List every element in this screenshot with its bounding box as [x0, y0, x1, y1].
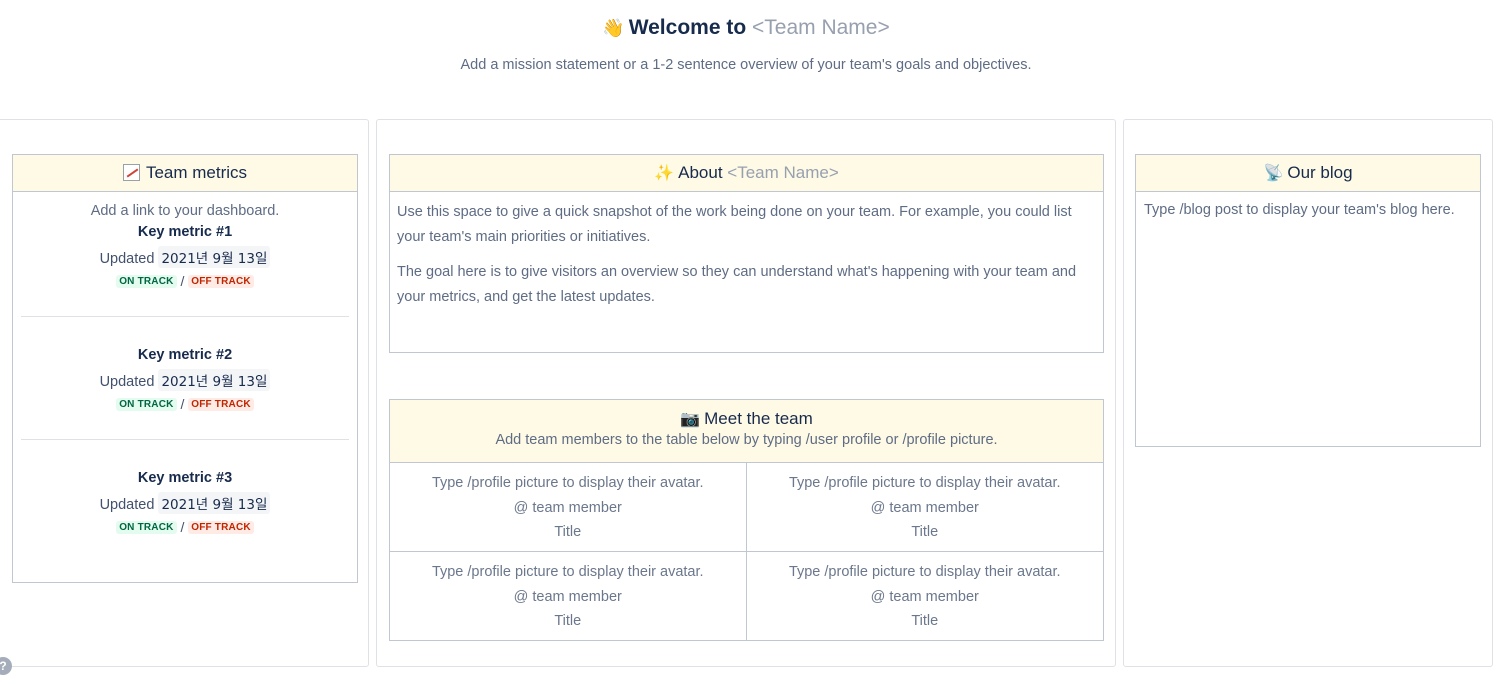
on-track-status[interactable]: ON TRACK [116, 521, 177, 534]
team-table: Type /profile picture to display their a… [390, 463, 1103, 641]
middle-column: ✨ About <Team Name> Use this space to giv… [376, 119, 1116, 667]
team-name-placeholder[interactable]: <Team Name> [727, 163, 839, 182]
chart-increasing-icon [122, 164, 140, 181]
metric-updated: Updated 2021년 9월 13일 [13, 492, 357, 514]
about-header: ✨ About <Team Name> [390, 155, 1103, 192]
team-metrics-header: Team metrics [13, 155, 357, 192]
date-lozenge[interactable]: 2021년 9월 13일 [158, 369, 271, 391]
metric-updated: Updated 2021년 9월 13일 [13, 369, 357, 391]
status-row: ON TRACK / OFF TRACK [13, 273, 357, 289]
meet-the-team-subtitle: Add team members to the table below by t… [495, 432, 998, 448]
team-member-cell[interactable]: Type /profile picture to display their a… [746, 463, 1104, 552]
satellite-antenna-icon: 📡 [1263, 165, 1284, 182]
team-member-mention[interactable]: @ team member [390, 585, 746, 610]
page-subtitle: Add a mission statement or a 1-2 sentenc… [460, 57, 1032, 73]
divider [21, 316, 349, 317]
sparkles-icon: ✨ [654, 165, 675, 182]
team-member-mention[interactable]: @ team member [747, 585, 1104, 610]
page-title: 👋 Welcome to <Team Name> [0, 16, 1492, 40]
waving-hand-icon: 👋 [602, 18, 625, 38]
about-paragraph: Use this space to give a quick snapshot … [397, 204, 1072, 245]
off-track-status[interactable]: OFF TRACK [188, 275, 254, 288]
team-metrics-panel: Team metrics Add a link to your dashboar… [12, 154, 358, 583]
member-title: Title [911, 524, 939, 540]
camera-icon: 📷 [680, 411, 701, 428]
metric-name: Key metric #1 [137, 224, 233, 240]
dashboard-link-hint[interactable]: Add a link to your dashboard. [13, 203, 357, 219]
avatar-hint: Type /profile picture to display their a… [431, 475, 704, 491]
team-member-cell[interactable]: Type /profile picture to display their a… [390, 552, 747, 641]
help-icon[interactable]: ? [0, 657, 12, 675]
metric-name: Key metric #2 [137, 347, 233, 363]
team-member-cell[interactable]: Type /profile picture to display their a… [747, 552, 1104, 641]
meet-the-team-header: 📷 Meet the team Add team members to the t… [390, 400, 1103, 463]
avatar-hint: Type /profile picture to display their a… [788, 475, 1061, 491]
about-text: Use this space to give a quick snapshot … [390, 192, 1103, 310]
date-lozenge[interactable]: 2021년 9월 13일 [158, 492, 271, 514]
about-heading: About [678, 163, 723, 182]
status-separator: / [180, 396, 185, 412]
metric-item: Key metric #2 Updated 2021년 9월 13일 ON TR… [13, 347, 357, 412]
updated-label: Updated [99, 497, 155, 513]
meet-the-team-panel: 📷 Meet the team Add team members to the t… [389, 399, 1104, 641]
member-title: Title [554, 524, 582, 540]
status-row: ON TRACK / OFF TRACK [13, 396, 357, 412]
member-title: Title [554, 613, 582, 629]
blog-hint: Type /blog post to display your team's b… [1144, 202, 1455, 218]
updated-label: Updated [99, 251, 155, 267]
date-lozenge[interactable]: 2021년 9월 13일 [158, 246, 271, 268]
avatar-hint: Type /profile picture to display their a… [431, 564, 704, 580]
metric-item: Key metric #1 Updated 2021년 9월 13일 ON TR… [13, 224, 357, 289]
metric-item: Key metric #3 Updated 2021년 9월 13일 ON TR… [13, 470, 357, 535]
team-member-mention[interactable]: @ team member [747, 496, 1104, 521]
divider [21, 439, 349, 440]
team-member-mention[interactable]: @ team member [390, 496, 746, 521]
metric-updated: Updated 2021년 9월 13일 [13, 246, 357, 268]
on-track-status[interactable]: ON TRACK [116, 398, 177, 411]
about-paragraph: The goal here is to give visitors an ove… [397, 264, 1077, 305]
our-blog-heading: Our blog [1287, 163, 1353, 182]
metric-name: Key metric #3 [137, 470, 233, 486]
updated-label: Updated [99, 374, 155, 390]
right-column: 📡 Our blog Type /blog post to display you… [1123, 119, 1493, 667]
avatar-hint: Type /profile picture to display their a… [788, 564, 1061, 580]
off-track-status[interactable]: OFF TRACK [188, 398, 254, 411]
our-blog-panel: 📡 Our blog Type /blog post to display you… [1135, 154, 1481, 447]
member-title: Title [911, 613, 939, 629]
on-track-status[interactable]: ON TRACK [116, 275, 177, 288]
status-separator: / [180, 273, 185, 289]
meet-the-team-heading: Meet the team [704, 409, 813, 428]
team-member-cell[interactable]: Type /profile picture to display their a… [390, 463, 747, 552]
left-column: Team metrics Add a link to your dashboar… [0, 119, 369, 667]
about-panel: ✨ About <Team Name> Use this space to giv… [389, 154, 1104, 353]
status-row: ON TRACK / OFF TRACK [13, 519, 357, 535]
status-separator: / [180, 519, 185, 535]
off-track-status[interactable]: OFF TRACK [188, 521, 254, 534]
page-title-prefix: Welcome to [628, 16, 747, 39]
team-name-placeholder[interactable]: <Team Name> [752, 16, 890, 39]
team-metrics-heading: Team metrics [145, 163, 248, 182]
our-blog-header: 📡 Our blog [1136, 155, 1480, 192]
